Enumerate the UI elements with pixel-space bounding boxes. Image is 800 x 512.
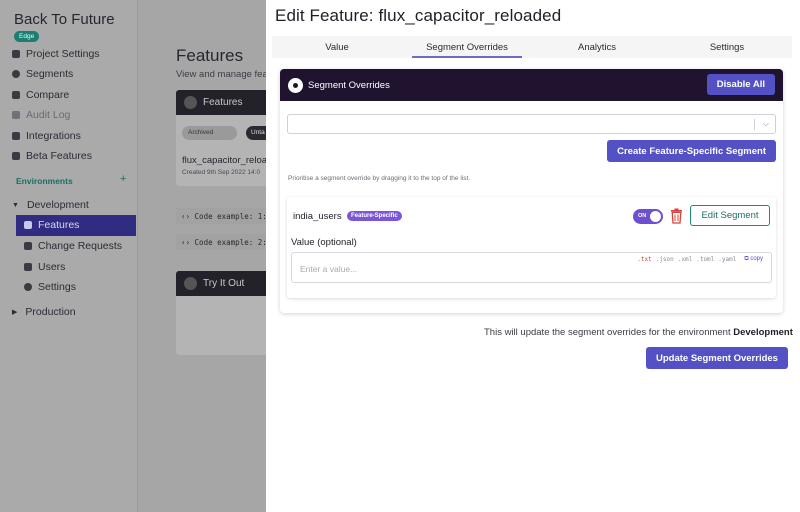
sidebar-item-label: Project Settings [26, 48, 100, 60]
value-input[interactable]: Enter a value... .txt .json .xml .toml .… [291, 252, 772, 283]
rocket-icon [24, 221, 32, 229]
features-card-header: Features [176, 90, 271, 115]
env-group-label: Production [25, 306, 76, 318]
format-options: .txt .json .xml .toml .yaml ⧉ copy [637, 256, 763, 263]
project-badge: Edge [14, 31, 40, 42]
update-segment-overrides-button[interactable]: Update Segment Overrides [646, 347, 788, 369]
tab-value[interactable]: Value [272, 36, 402, 58]
compare-icon [12, 91, 20, 99]
page-subtitle: View and manage feat [176, 69, 271, 80]
code-icon [184, 277, 197, 290]
sidebar-item-compare[interactable]: Compare [12, 88, 69, 102]
sidebar-item-label: Settings [38, 281, 76, 293]
sidebar-item-segments[interactable]: Segments [12, 67, 73, 81]
sidebar-item-settings[interactable]: Settings [24, 280, 76, 294]
sidebar-item-project-settings[interactable]: Project Settings [12, 47, 100, 61]
sidebar-item-label: Beta Features [26, 150, 92, 162]
segment-overrides-header: Segment Overrides Disable All [280, 69, 783, 101]
override-enabled-toggle[interactable]: ON [633, 209, 663, 224]
sidebar-item-label: Users [38, 261, 66, 273]
format-txt[interactable]: .txt [637, 256, 651, 263]
flask-icon [12, 152, 20, 160]
copy-icon: ⧉ [744, 256, 749, 262]
value-placeholder: Enter a value... [300, 264, 358, 274]
rocket-icon [184, 96, 197, 109]
sidebar-item-label: Change Requests [38, 240, 123, 252]
feature-name[interactable]: flux_capacitor_reloa [182, 155, 267, 166]
archived-toggle[interactable]: Archived [182, 126, 237, 140]
caret-right-icon: ▶ [12, 309, 18, 316]
segment-icon [288, 77, 303, 93]
sidebar: Back To Future Edge Project Settings Seg… [0, 0, 138, 512]
sidebar-item-label: Segments [26, 68, 74, 80]
segment-select[interactable]: ⌵ [287, 114, 776, 134]
segment-overrides-title: Segment Overrides [308, 79, 390, 91]
project-title: Back To Future [14, 11, 115, 28]
users-icon [24, 263, 32, 271]
trash-icon[interactable] [670, 208, 683, 224]
sidebar-item-features[interactable]: Features [24, 219, 79, 231]
feature-created: Created 9th Sep 2022 14:0 [182, 169, 261, 176]
env-group-production[interactable]: ▶ Production [12, 305, 76, 319]
sliders-icon [12, 50, 20, 58]
segment-overrides-panel: Segment Overrides Disable All ⌵ Create F… [280, 69, 783, 313]
environments-label: Environments [16, 176, 73, 186]
env-group-development[interactable]: ▼ Development [12, 198, 89, 212]
pie-chart-icon [12, 70, 20, 78]
format-xml[interactable]: .xml [678, 256, 692, 263]
sidebar-item-label: Audit Log [26, 109, 71, 121]
edit-feature-modal: Edit Feature: flux_capacitor_reloaded Va… [266, 0, 800, 512]
add-environment-button[interactable]: + [120, 173, 126, 185]
update-note-environment: Development [733, 327, 793, 338]
toggle-knob [650, 211, 661, 222]
select-separator [754, 119, 755, 130]
merge-icon [24, 242, 32, 250]
create-feature-specific-segment-button[interactable]: Create Feature-Specific Segment [607, 140, 776, 162]
code-example-1[interactable]: ‹› Code example: 1: I [176, 208, 271, 224]
features-card: Features Archived Unta flux_capacitor_re… [176, 90, 271, 186]
sidebar-item-change-requests[interactable]: Change Requests [24, 239, 122, 253]
try-it-out-card: Try It Out [176, 271, 271, 355]
format-toml[interactable]: .toml [696, 256, 714, 263]
sidebar-item-integrations[interactable]: Integrations [12, 129, 81, 143]
edit-segment-button[interactable]: Edit Segment [690, 205, 770, 226]
sidebar-item-label: Compare [26, 89, 70, 101]
modal-tabs: Value Segment Overrides Analytics Settin… [272, 36, 792, 58]
value-label: Value (optional) [291, 237, 357, 248]
tab-settings[interactable]: Settings [662, 36, 792, 58]
sidebar-item-users[interactable]: Users [24, 260, 65, 274]
sidebar-item-audit-log[interactable]: Audit Log [12, 108, 70, 122]
segment-name: india_users [293, 211, 342, 222]
modal-title: Edit Feature: flux_capacitor_reloaded [275, 6, 562, 25]
puzzle-icon [12, 132, 20, 140]
prioritise-note: Prioritise a segment override by draggin… [288, 175, 471, 182]
tab-analytics[interactable]: Analytics [532, 36, 662, 58]
chevron-down-icon[interactable]: ⌵ [763, 119, 769, 129]
code-icon: ‹› [181, 238, 191, 247]
copy-button[interactable]: ⧉ copy [744, 256, 763, 263]
sidebar-item-label: Integrations [26, 130, 81, 142]
code-icon: ‹› [181, 212, 191, 221]
disable-all-button[interactable]: Disable All [706, 74, 775, 95]
sidebar-item-label: Features [38, 219, 80, 231]
caret-down-icon: ▼ [12, 201, 19, 209]
tab-segment-overrides[interactable]: Segment Overrides [402, 36, 532, 58]
code-example-2[interactable]: ‹› Code example: 2: I [176, 234, 271, 250]
feature-specific-badge: Feature-Specific [347, 211, 402, 221]
format-yaml[interactable]: .yaml [718, 256, 736, 263]
env-group-label: Development [26, 199, 89, 211]
list-icon [12, 111, 20, 119]
segment-override-row[interactable]: india_users Feature-Specific ON Edit Seg… [287, 197, 776, 298]
try-it-out-header: Try It Out [176, 271, 271, 296]
page-title: Features [176, 46, 244, 65]
update-note: This will update the segment overrides f… [484, 327, 793, 338]
gear-icon [24, 283, 32, 291]
format-json[interactable]: .json [656, 256, 674, 263]
sidebar-item-beta-features[interactable]: Beta Features [12, 149, 92, 163]
